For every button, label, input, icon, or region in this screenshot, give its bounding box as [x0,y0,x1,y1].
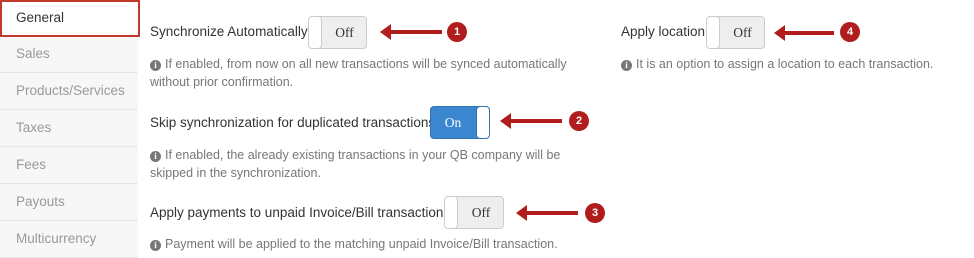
toggle-handle [707,17,720,48]
help-text: Payment will be applied to the matching … [165,237,558,251]
info-icon: i [150,151,161,162]
apply-location-help: i It is an option to assign a location to… [621,55,971,73]
sync-automatically-help: i If enabled, from now on all new transac… [150,55,600,91]
sidebar-item-fees[interactable]: Fees [0,147,138,184]
info-icon: i [150,240,161,251]
sidebar-item-taxes[interactable]: Taxes [0,110,138,147]
sidebar-item-products-services[interactable]: Products/Services [0,73,138,110]
apply-payments-help: i Payment will be applied to the matching… [150,235,610,253]
callout-badge-3: 3 [585,203,605,223]
apply-location-toggle[interactable]: Off [706,16,765,49]
sidebar-item-payouts[interactable]: Payouts [0,184,138,221]
help-text: It is an option to assign a location to … [636,57,934,71]
apply-payments-toggle[interactable]: Off [444,196,504,229]
toggle-handle [309,17,322,48]
callout-badge-4: 4 [840,22,860,42]
sync-automatically-toggle[interactable]: Off [308,16,367,49]
callout-arrow-3 [516,205,578,221]
sidebar-item-sales[interactable]: Sales [0,36,138,73]
callout-badge-2: 2 [569,111,589,131]
apply-location-label: Apply location [621,24,706,39]
toggle-state: Off [733,25,752,40]
help-text: If enabled, the already existing transac… [150,148,561,180]
callout-badge-1: 1 [447,22,467,42]
toggle-state: Off [471,205,491,220]
toggle-handle [476,107,489,138]
toggle-handle [445,197,458,228]
sidebar-item-general[interactable]: General [0,0,140,37]
callout-arrow-1 [380,24,442,40]
help-text: If enabled, from now on all new transact… [150,57,567,89]
callout-arrow-2 [500,113,562,129]
skip-duplicates-label: Skip synchronization for duplicated tran… [150,115,436,130]
apply-payments-label: Apply payments to unpaid Invoice/Bill tr… [150,205,451,220]
toggle-state: Off [335,25,354,40]
info-icon: i [150,60,161,71]
sync-automatically-label: Synchronize Automatically [150,24,308,39]
skip-duplicates-toggle[interactable]: On [430,106,490,139]
callout-arrow-4 [774,25,834,41]
toggle-state: On [444,115,462,130]
settings-sidebar: General Sales Products/Services Taxes Fe… [0,0,140,258]
sidebar-item-multicurrency[interactable]: Multicurrency [0,221,138,258]
info-icon: i [621,60,632,71]
skip-duplicates-help: i If enabled, the already existing transa… [150,146,600,182]
